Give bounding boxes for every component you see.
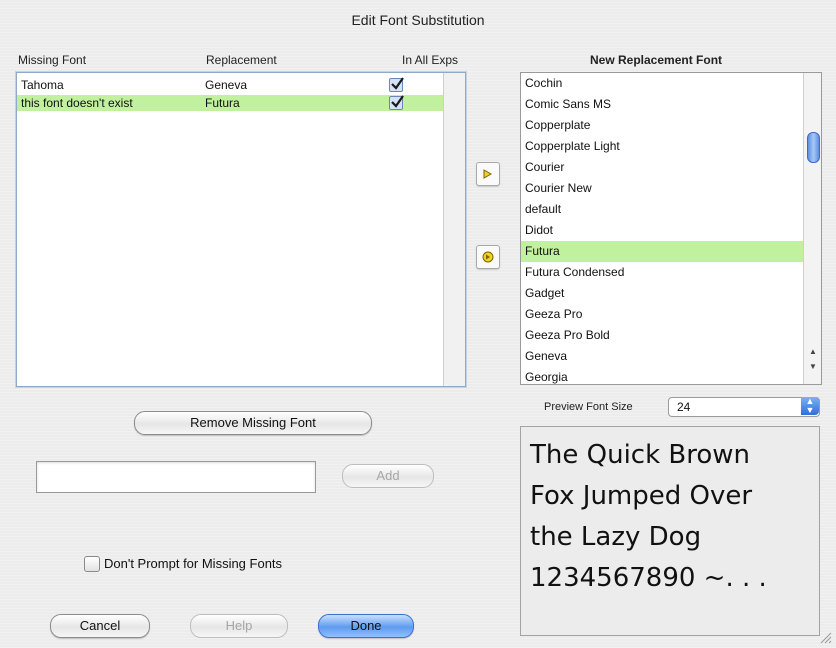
preview-line: Fox Jumped Over	[530, 481, 753, 511]
list-item[interactable]: Comic Sans MS	[521, 94, 803, 115]
missing-font-cell: Tahoma	[21, 78, 64, 92]
dont-prompt-label[interactable]: Don't Prompt for Missing Fonts	[104, 556, 282, 571]
circle-arrow-icon	[482, 251, 494, 263]
dialog-title: Edit Font Substitution	[351, 12, 485, 28]
header-replacement: Replacement	[206, 53, 277, 67]
list-item[interactable]: Georgia	[521, 367, 803, 384]
new-replacement-font-header: New Replacement Font	[590, 53, 723, 67]
header-missing-font: Missing Font	[18, 53, 87, 67]
scroll-down-arrow-icon[interactable]: ▼	[804, 360, 821, 374]
table-row[interactable]: Tahoma Geneva	[17, 77, 443, 93]
replacement-cell: Geneva	[205, 78, 248, 92]
preview-line: The Quick Brown	[530, 440, 751, 470]
help-button[interactable]: Help	[190, 614, 288, 638]
list-item[interactable]: Geneva	[521, 346, 803, 367]
dont-prompt-checkbox[interactable]	[84, 556, 100, 572]
preview-font-size-label: Preview Font Size	[544, 401, 633, 413]
preview-font-size-select[interactable]: 24 ▲ ▼	[668, 397, 820, 417]
in-all-exps-checkbox[interactable]	[389, 95, 404, 110]
font-list[interactable]: Cochin Comic Sans MS Copperplate Copperp…	[520, 72, 822, 385]
preview-line: 1234567890 ~. . .	[530, 563, 767, 593]
list-item[interactable]: Geeza Pro Bold	[521, 325, 803, 346]
table-scrollbar[interactable]	[443, 73, 465, 386]
header-in-all-exps: In All Exps	[402, 53, 459, 67]
scroll-thumb[interactable]	[807, 132, 820, 163]
select-stepper-icon: ▲ ▼	[801, 397, 819, 415]
in-all-exps-checkbox[interactable]	[389, 77, 404, 92]
list-item[interactable]: Copperplate Light	[521, 136, 803, 157]
table-row[interactable]: this font doesn't exist Futura	[17, 95, 443, 111]
list-item[interactable]: Courier New	[521, 178, 803, 199]
list-item[interactable]: Cochin	[521, 73, 803, 94]
move-replacement-button[interactable]	[476, 162, 500, 186]
add-button[interactable]: Add	[342, 464, 434, 488]
add-font-field[interactable]	[36, 461, 316, 493]
apply-replacement-button[interactable]	[476, 245, 500, 269]
list-item[interactable]: default	[521, 199, 803, 220]
preview-font-size-value: 24	[677, 400, 691, 414]
preview-line: the Lazy Dog	[530, 522, 702, 552]
list-item[interactable]: Didot	[521, 220, 803, 241]
preview-text: The Quick Brown Fox Jumped Over the Lazy…	[530, 435, 820, 599]
cancel-button[interactable]: Cancel	[50, 614, 150, 638]
remove-missing-font-button[interactable]: Remove Missing Font	[134, 411, 372, 435]
font-list-scrollbar[interactable]: ▲ ▼	[803, 73, 821, 384]
resize-grip-icon[interactable]	[818, 630, 832, 644]
checkmark-icon	[391, 77, 404, 90]
list-item-selected[interactable]: Futura	[521, 241, 803, 262]
checkmark-icon	[391, 95, 404, 108]
done-button[interactable]: Done	[318, 614, 414, 638]
font-preview: The Quick Brown Fox Jumped Over the Lazy…	[520, 426, 820, 636]
missing-font-cell: this font doesn't exist	[21, 96, 133, 110]
substitution-table[interactable]: Tahoma Geneva this font doesn't exist Fu…	[16, 72, 466, 387]
list-item[interactable]: Futura Condensed	[521, 262, 803, 283]
replacement-cell: Futura	[205, 96, 240, 110]
list-item[interactable]: Gadget	[521, 283, 803, 304]
scroll-up-arrow-icon[interactable]: ▲	[804, 345, 821, 359]
list-item[interactable]: Courier	[521, 157, 803, 178]
list-item[interactable]: Copperplate	[521, 115, 803, 136]
arrow-right-icon	[483, 169, 493, 179]
list-item[interactable]: Geeza Pro	[521, 304, 803, 325]
